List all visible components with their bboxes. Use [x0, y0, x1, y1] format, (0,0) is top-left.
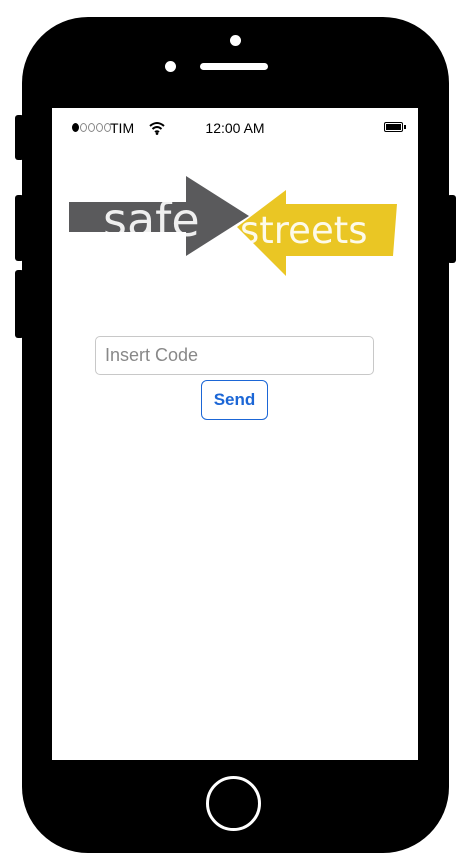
- earpiece-speaker: [200, 63, 268, 70]
- battery-nub: [404, 125, 406, 129]
- code-input[interactable]: [95, 336, 374, 375]
- battery-icon: [384, 122, 406, 132]
- battery-level: [386, 124, 401, 130]
- home-button[interactable]: [206, 776, 261, 831]
- front-camera: [230, 35, 241, 46]
- status-time: 12:00 AM: [205, 120, 265, 136]
- safe-streets-logo: safe streets: [69, 176, 397, 276]
- send-button[interactable]: Send: [201, 380, 268, 420]
- status-bar: TIM 12:00 AM: [52, 108, 418, 146]
- logo-text-safe: safe: [103, 193, 200, 247]
- logo-text-streets: streets: [240, 209, 368, 252]
- proximity-sensor: [165, 61, 176, 72]
- screen: TIM 12:00 AM safe streets Send: [52, 108, 418, 760]
